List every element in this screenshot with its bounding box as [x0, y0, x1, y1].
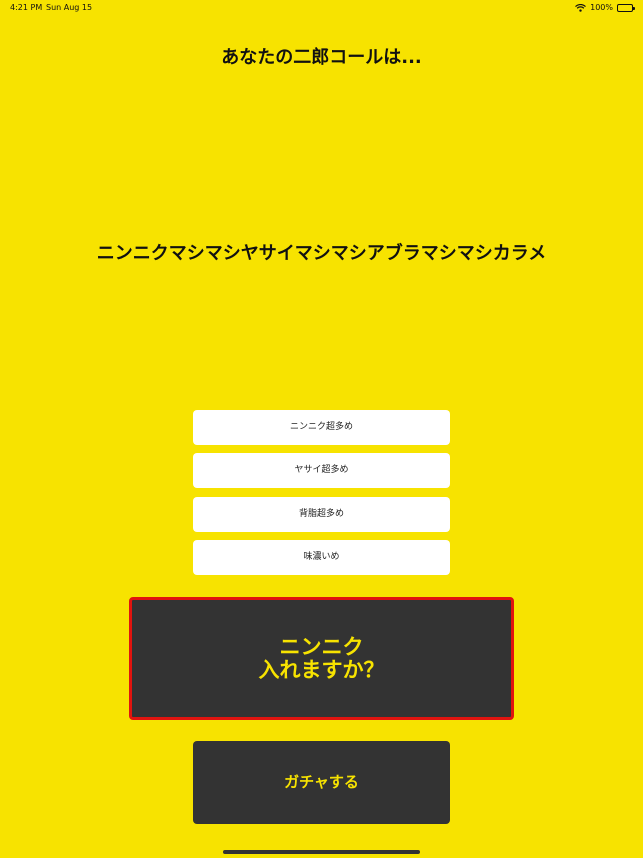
question-line-1: ニンニク — [279, 634, 364, 659]
page-title: あなたの二郎コールは... — [221, 47, 422, 68]
status-date: Sun Aug 15 — [46, 3, 93, 12]
battery-icon — [617, 4, 635, 12]
option-garlic-extra-button[interactable]: ニンニク超多め — [193, 410, 450, 445]
status-time: 4:21 PM — [10, 3, 43, 12]
battery-percent: 100% — [590, 3, 613, 12]
option-strong-flavor-button[interactable]: 味濃いめ — [193, 540, 450, 575]
question-panel[interactable]: ニンニク 入れますか？ — [129, 597, 514, 720]
gacha-button[interactable]: ガチャする — [193, 741, 450, 824]
status-indicators: 100% — [575, 0, 635, 16]
question-line-2: 入れますか？ — [258, 657, 385, 682]
option-vegetables-extra-button[interactable]: ヤサイ超多め — [193, 453, 450, 488]
wifi-icon — [575, 4, 587, 12]
home-indicator[interactable] — [223, 850, 420, 854]
jiro-call-result: ニンニクマシマシヤサイマシマシアブラマシマシカラメ — [96, 243, 547, 264]
option-back-fat-extra-button[interactable]: 背脂超多め — [193, 497, 450, 532]
status-bar: 4:21 PM Sun Aug 15 100% — [0, 0, 643, 16]
